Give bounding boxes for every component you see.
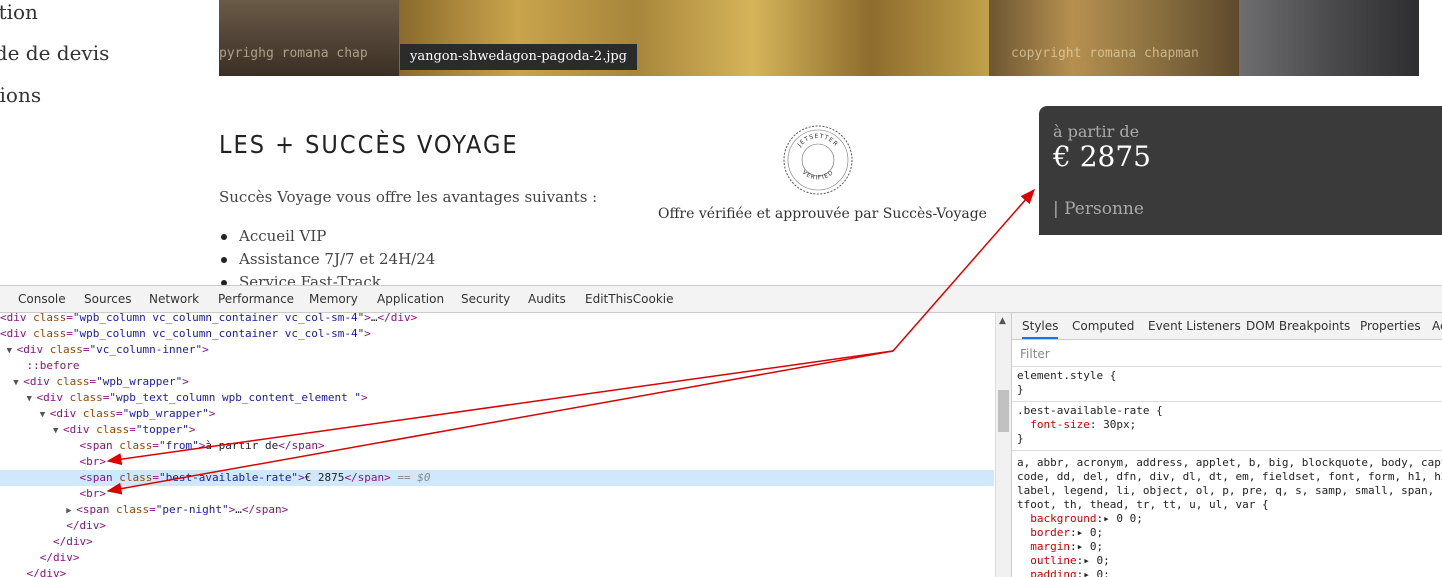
dom-node[interactable]: </div> bbox=[0, 550, 994, 566]
banner-watermark-right: copyright romana chapman bbox=[1011, 46, 1199, 61]
tab-event-listeners[interactable]: Event Listeners bbox=[1148, 319, 1241, 333]
verified-caption: Offre vérifiée et approuvée par Succès-V… bbox=[658, 206, 987, 222]
list-item: Assistance 7J/7 et 24H/24 bbox=[219, 249, 435, 272]
banner-image-strip: pyrighg romana chap copyright romana cha… bbox=[219, 0, 1419, 76]
dom-node[interactable]: ▼ <div class="wpb_wrapper"> bbox=[0, 374, 994, 390]
dom-node[interactable]: ▼ <div class="topper"> bbox=[0, 422, 994, 438]
best-available-rate-rule[interactable]: .best-available-rate { font-size: 30px; … bbox=[1017, 404, 1163, 446]
tab-accessibility[interactable]: Ac bbox=[1432, 319, 1442, 333]
price-box: à partir de € 2875 | Personne bbox=[1039, 106, 1442, 235]
svg-text:VERIFIED: VERIFIED bbox=[801, 169, 836, 182]
price-per-label: | Personne bbox=[1053, 199, 1144, 219]
image-caption: yangon-shwedagon-pagoda-2.jpg bbox=[400, 44, 637, 70]
intro-text: Succès Voyage vous offre les avantages s… bbox=[219, 188, 598, 206]
best-available-rate: € 2875 bbox=[1053, 140, 1151, 173]
tab-properties[interactable]: Properties bbox=[1360, 319, 1421, 333]
tab-performance[interactable]: Performance bbox=[218, 292, 294, 306]
dom-node[interactable]: <br> bbox=[0, 454, 994, 470]
elements-scrollbar[interactable]: ▲ bbox=[995, 313, 1011, 577]
price-from-label: à partir de bbox=[1053, 122, 1140, 141]
tab-styles[interactable]: Styles bbox=[1022, 319, 1059, 339]
dom-node[interactable]: ::before bbox=[0, 358, 994, 374]
tab-application[interactable]: Application bbox=[377, 292, 444, 306]
tab-memory[interactable]: Memory bbox=[309, 292, 358, 306]
dom-node[interactable]: </div> bbox=[0, 534, 994, 550]
expand-triangle-icon[interactable]: ▶ bbox=[66, 503, 76, 519]
dom-node-selected[interactable]: <span class="best-available-rate">€ 2875… bbox=[0, 470, 994, 486]
expand-triangle-icon[interactable]: ▼ bbox=[13, 375, 23, 391]
tab-editthiscookie[interactable]: EditThisCookie bbox=[585, 292, 674, 306]
expand-triangle-icon[interactable]: ▼ bbox=[40, 407, 50, 423]
scroll-up-icon[interactable]: ▲ bbox=[999, 316, 1006, 326]
tab-console[interactable]: Console bbox=[18, 292, 66, 306]
dom-node[interactable]: ▼ <div class="wpb_text_column wpb_content… bbox=[0, 390, 994, 406]
menu-item-3[interactable]: rations bbox=[0, 83, 41, 107]
dom-node[interactable]: </div> bbox=[0, 518, 994, 534]
styles-pane: Styles Computed Event Listeners DOM Brea… bbox=[1011, 313, 1442, 577]
expand-triangle-icon[interactable]: ▼ bbox=[27, 391, 37, 407]
svg-text:JETSETTER: JETSETTER bbox=[796, 133, 840, 149]
tab-dom-breakpoints[interactable]: DOM Breakpoints bbox=[1246, 319, 1350, 333]
list-item: Accueil VIP bbox=[219, 226, 435, 249]
scrollbar-thumb[interactable] bbox=[998, 390, 1009, 432]
devtools-tab-bar: Console Sources Network Performance Memo… bbox=[0, 286, 1442, 313]
dom-node[interactable]: </div> bbox=[0, 566, 994, 577]
banner-watermark-left: pyrighg romana chap bbox=[219, 46, 368, 61]
dom-node[interactable]: ▼ <div class="wpb_wrapper"> bbox=[0, 406, 994, 422]
reset-rule[interactable]: a, abbr, acronym, address, applet, b, bi… bbox=[1017, 456, 1442, 577]
styles-filter-input[interactable]: Filter bbox=[1020, 347, 1050, 361]
dom-node[interactable]: <div class="wpb_column vc_column_contain… bbox=[0, 313, 994, 326]
section-title: LES + SUCCÈS VOYAGE bbox=[219, 130, 519, 159]
dom-node[interactable]: <br> bbox=[0, 486, 994, 502]
dom-node[interactable]: <div class="wpb_column vc_column_contain… bbox=[0, 326, 994, 342]
tab-security[interactable]: Security bbox=[461, 292, 510, 306]
dom-node[interactable]: ▼ <div class="vc_column-inner"> bbox=[0, 342, 994, 358]
jetsetter-verified-seal: JETSETTER VERIFIED bbox=[783, 125, 853, 195]
expand-triangle-icon[interactable]: ▼ bbox=[53, 423, 63, 439]
styles-tab-bar: Styles Computed Event Listeners DOM Brea… bbox=[1012, 313, 1442, 340]
dom-node[interactable]: ▶ <span class="per-night">…</span> bbox=[0, 502, 994, 518]
expand-triangle-icon[interactable]: ▼ bbox=[7, 343, 17, 359]
menu-item-1[interactable]: isation bbox=[0, 0, 38, 24]
element-style-rule[interactable]: element.style { } bbox=[1017, 369, 1116, 397]
tab-sources[interactable]: Sources bbox=[84, 292, 131, 306]
tab-audits[interactable]: Audits bbox=[528, 292, 566, 306]
tab-computed[interactable]: Computed bbox=[1072, 319, 1134, 333]
dom-node[interactable]: <span class="from">à partir de</span> bbox=[0, 438, 994, 454]
elements-tree[interactable]: <div class="wpb_column vc_column_contain… bbox=[0, 313, 994, 577]
tab-network[interactable]: Network bbox=[149, 292, 199, 306]
menu-item-2[interactable]: ande de devis bbox=[0, 41, 109, 65]
devtools-panel: Console Sources Network Performance Memo… bbox=[0, 285, 1442, 577]
